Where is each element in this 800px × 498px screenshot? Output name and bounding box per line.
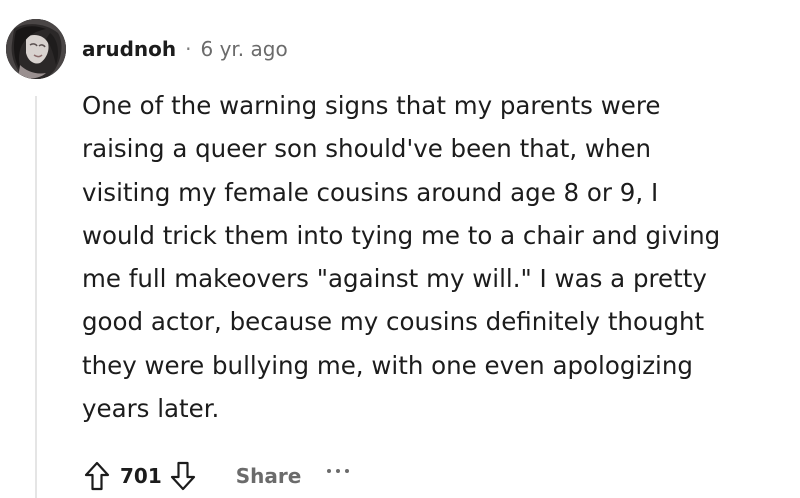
comment-body: One of the warning signs that my parents… — [82, 84, 790, 430]
ellipsis-dot — [336, 469, 341, 473]
meta-separator: · — [185, 37, 192, 61]
comment-body-line: One of the warning signs that my parents… — [82, 91, 661, 120]
arrow-down-outline-icon — [170, 461, 195, 491]
comment-body-line: years later. — [82, 394, 220, 424]
avatar[interactable] — [6, 19, 66, 79]
comment-body-line: raising a queer son should've been that,… — [82, 134, 652, 164]
comment-header: arudnoh · 6 yr. ago — [82, 34, 288, 64]
thread-collapse-line[interactable] — [35, 96, 37, 498]
comment-body-line: would trick them into tying me to a chai… — [82, 220, 721, 250]
downvote-button[interactable] — [168, 459, 198, 493]
vote-score: 701 — [120, 464, 162, 488]
comment-body-line: they were bullying me, with one even apo… — [82, 350, 693, 380]
share-button[interactable]: Share — [236, 464, 302, 488]
comment: arudnoh · 6 yr. ago One of the warning s… — [0, 0, 800, 498]
comment-body-line: me full makeovers "against my will." I w… — [82, 264, 707, 294]
comment-action-bar: 701 Share — [82, 456, 350, 496]
ellipsis-dot — [345, 469, 350, 473]
comment-body-line: visiting my female cousins around age 8 … — [82, 177, 659, 207]
upvote-button[interactable] — [82, 459, 112, 493]
more-options-button[interactable] — [327, 461, 350, 491]
comment-body-line: good actor, because my cousins definitel… — [82, 307, 705, 337]
ellipsis-horizontal-icon — [327, 469, 332, 473]
arrow-up-outline-icon — [84, 461, 110, 491]
username-link[interactable]: arudnoh — [82, 37, 176, 61]
timestamp-link[interactable]: 6 yr. ago — [201, 37, 288, 61]
